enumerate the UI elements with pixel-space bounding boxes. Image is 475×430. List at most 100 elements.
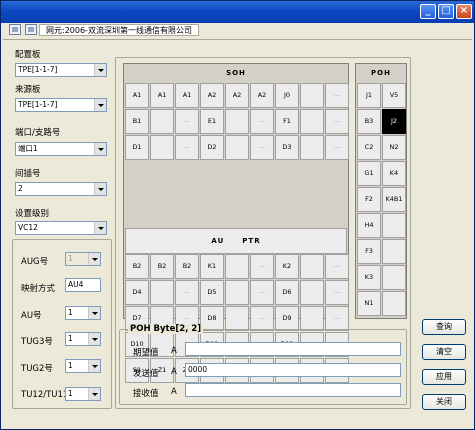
soh-cell[interactable]: D4 — [125, 280, 149, 305]
au-select[interactable]: 1 — [65, 306, 101, 320]
soh-cell[interactable] — [225, 306, 249, 331]
slot-select[interactable]: 2 — [15, 182, 107, 196]
soh-cell[interactable]: — — [325, 254, 349, 279]
soh-cell[interactable] — [300, 254, 324, 279]
soh-cell[interactable] — [150, 135, 174, 160]
poh-cell[interactable]: K4 — [382, 161, 406, 186]
soh-cell[interactable]: — — [325, 135, 349, 160]
poh-cell[interactable]: G1 — [357, 161, 381, 186]
soh-cell[interactable]: — — [250, 306, 274, 331]
soh-cell[interactable] — [300, 306, 324, 331]
soh-cell[interactable]: E1 — [200, 109, 224, 134]
chevron-down-icon[interactable] — [88, 360, 100, 372]
chevron-down-icon[interactable] — [94, 143, 106, 155]
soh-cell[interactable]: A1 — [175, 83, 199, 108]
soh-cell[interactable]: A2 — [200, 83, 224, 108]
soh-cell[interactable]: — — [175, 280, 199, 305]
soh-cell[interactable] — [150, 280, 174, 305]
soh-cell[interactable]: A2 — [250, 83, 274, 108]
soh-cell[interactable]: — — [175, 135, 199, 160]
clear-button[interactable]: 清空 — [422, 344, 466, 360]
chevron-down-icon[interactable] — [94, 99, 106, 111]
poh-cell[interactable]: F2 — [357, 187, 381, 212]
tug3-select[interactable]: 1 — [65, 332, 101, 346]
poh-cell[interactable]: N2 — [382, 135, 406, 160]
chevron-down-icon[interactable] — [94, 183, 106, 195]
poh-cell[interactable]: K3 — [357, 265, 381, 290]
soh-cell[interactable]: A1 — [150, 83, 174, 108]
poh-cell[interactable]: V5 — [382, 83, 406, 108]
poh-cell[interactable]: H4 — [357, 213, 381, 238]
soh-cell[interactable]: A2 — [225, 83, 249, 108]
window-tool-icon[interactable] — [25, 24, 37, 35]
level-select[interactable]: VC12 — [15, 221, 107, 235]
soh-cell[interactable]: — — [250, 280, 274, 305]
soh-cell[interactable]: B2 — [150, 254, 174, 279]
poh-cell[interactable]: J2 — [382, 109, 406, 134]
minimize-button[interactable]: _ — [420, 4, 436, 19]
poh-cell[interactable]: F3 — [357, 239, 381, 264]
soh-cell[interactable]: F1 — [275, 109, 299, 134]
close-window-button[interactable]: × — [456, 4, 472, 19]
soh-cell[interactable]: D3 — [275, 135, 299, 160]
poh-cell[interactable]: C2 — [357, 135, 381, 160]
soh-cell[interactable]: B1 — [125, 109, 149, 134]
soh-cell[interactable]: — — [250, 254, 274, 279]
soh-cell[interactable] — [300, 83, 324, 108]
sent-value-input[interactable]: 0000 — [185, 363, 401, 377]
soh-cell[interactable]: D5 — [200, 280, 224, 305]
chevron-down-icon[interactable] — [88, 333, 100, 345]
soh-cell[interactable]: B2 — [175, 254, 199, 279]
apply-button[interactable]: 应用 — [422, 369, 466, 385]
maximize-button[interactable]: □ — [438, 4, 454, 19]
source-board-select[interactable]: TPE[1-1-7] — [15, 98, 107, 112]
soh-cell[interactable]: B2 — [125, 254, 149, 279]
config-board-select[interactable]: TPE[1-1-7] — [15, 63, 107, 77]
poh-cell[interactable]: K4B1 — [382, 187, 406, 212]
soh-cell[interactable]: — — [250, 135, 274, 160]
chevron-down-icon[interactable] — [88, 307, 100, 319]
soh-cell[interactable]: — — [325, 306, 349, 331]
soh-cell[interactable] — [225, 280, 249, 305]
poh-cell[interactable] — [382, 265, 406, 290]
soh-cell[interactable]: K2 — [275, 254, 299, 279]
soh-cell[interactable]: D2 — [200, 135, 224, 160]
close-button[interactable]: 关闭 — [422, 394, 466, 410]
expected-value-input[interactable] — [185, 342, 401, 356]
port-select[interactable]: 端口1 — [15, 142, 107, 156]
soh-cell[interactable]: D9 — [275, 306, 299, 331]
soh-cell[interactable] — [225, 109, 249, 134]
chevron-down-icon[interactable] — [88, 388, 100, 400]
soh-cell[interactable]: — — [250, 109, 274, 134]
soh-cell[interactable] — [225, 135, 249, 160]
soh-cell[interactable] — [300, 135, 324, 160]
poh-cell[interactable]: J1 — [357, 83, 381, 108]
tu-select[interactable]: 1 — [65, 387, 101, 401]
soh-cell[interactable]: D8 — [200, 306, 224, 331]
soh-cell[interactable]: — — [325, 109, 349, 134]
soh-cell[interactable] — [300, 280, 324, 305]
poh-cell[interactable]: N1 — [357, 291, 381, 316]
title-bar[interactable]: _ □ × — [1, 1, 474, 23]
poh-panel: POH J1 V5 B3 J2 C2 N2 G1 K4 F2 K4B1 H4 F3 K3 N1 — [355, 63, 407, 319]
tug2-select[interactable]: 1 — [65, 359, 101, 373]
chevron-down-icon[interactable] — [94, 222, 106, 234]
soh-cell[interactable]: — — [175, 109, 199, 134]
soh-cell[interactable] — [300, 109, 324, 134]
grid-tool-icon[interactable] — [9, 24, 21, 35]
soh-cell[interactable]: J0 — [275, 83, 299, 108]
poh-cell[interactable]: B3 — [357, 109, 381, 134]
soh-cell[interactable]: K1 — [200, 254, 224, 279]
soh-cell[interactable]: — — [325, 83, 349, 108]
soh-cell[interactable]: D1 — [125, 135, 149, 160]
chevron-down-icon[interactable] — [94, 64, 106, 76]
poh-cell[interactable] — [382, 213, 406, 238]
soh-cell[interactable] — [225, 254, 249, 279]
soh-cell[interactable]: A1 — [125, 83, 149, 108]
soh-cell[interactable] — [150, 109, 174, 134]
soh-cell[interactable]: — — [325, 280, 349, 305]
query-button[interactable]: 查询 — [422, 319, 466, 335]
soh-cell[interactable]: D6 — [275, 280, 299, 305]
poh-cell[interactable] — [382, 239, 406, 264]
poh-cell[interactable] — [382, 291, 406, 316]
